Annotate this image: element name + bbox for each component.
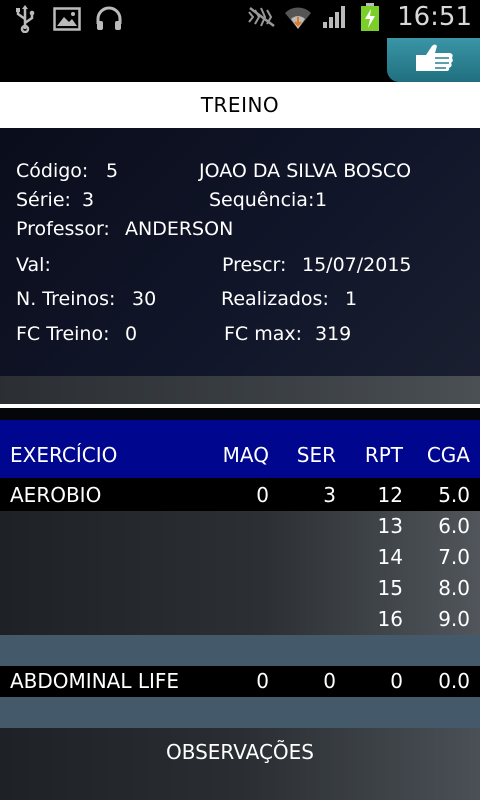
student-name: JOAO DA SILVA BOSCO [199, 160, 412, 182]
mute-icon [247, 2, 277, 32]
signal-icon [319, 2, 349, 32]
realizados-value: 1 [345, 288, 358, 310]
ntreinos-value: 30 [132, 288, 157, 310]
set-rpt: 16 [377, 607, 403, 631]
serie-label: Série: [16, 189, 71, 211]
codigo-value: 5 [106, 160, 119, 182]
page-title: TREINO [0, 82, 480, 128]
status-clock: 16:51 [397, 2, 472, 32]
set-row: 13 6.0 [0, 511, 480, 542]
set-rpt: 14 [377, 545, 403, 569]
table-row[interactable]: AEROBIO 0 3 12 5.0 [0, 480, 480, 511]
fcmax-label: FC max: [224, 323, 303, 345]
fctreino-label: FC Treino: [16, 323, 110, 345]
prescr-label: Prescr: [222, 254, 287, 276]
fctreino-value: 0 [125, 323, 138, 345]
exercise-ser: 0 [323, 669, 336, 693]
table-header: EXERCÍCIO MAQ SER RPT CGA [0, 420, 480, 478]
header-exercicio: EXERCÍCIO [10, 443, 118, 467]
divider-gap [0, 408, 480, 420]
set-row: 16 9.0 [0, 604, 480, 635]
header-rpt: RPT [364, 443, 403, 467]
headset-icon [94, 4, 124, 34]
header-ser: SER [296, 443, 336, 467]
row-separator [0, 635, 480, 666]
prescr-value: 15/07/2015 [302, 254, 412, 276]
wifi-icon [283, 2, 313, 32]
professor-label: Professor: [16, 218, 110, 240]
header-cga: CGA [426, 443, 470, 467]
thumbs-up-button[interactable] [387, 38, 480, 82]
usb-icon [10, 4, 40, 34]
exercise-name: AEROBIO [10, 483, 102, 507]
codigo-label: Código: [16, 160, 89, 182]
image-icon [52, 4, 82, 34]
set-cga: 8.0 [438, 576, 470, 600]
observacoes-area [0, 728, 480, 800]
header-maq: MAQ [222, 443, 269, 467]
status-bar: 16:51 [0, 0, 480, 38]
action-bar [0, 38, 480, 82]
set-rpt: 15 [377, 576, 403, 600]
exercise-ser: 3 [323, 483, 336, 507]
exercise-cga: 0.0 [438, 669, 470, 693]
observacoes-heading: OBSERVAÇÕES [165, 740, 315, 764]
exercise-cga: 5.0 [438, 483, 470, 507]
table-row[interactable]: ABDOMINAL LIFE 0 0 0 0.0 [0, 666, 480, 697]
set-cga: 6.0 [438, 514, 470, 538]
ntreinos-label: N. Treinos: [16, 288, 116, 310]
fcmax-value: 319 [315, 323, 352, 345]
sequencia-label: Sequência: [209, 189, 315, 211]
row-separator [0, 697, 480, 728]
exercise-maq: 0 [256, 483, 269, 507]
realizados-label: Realizados: [221, 288, 329, 310]
sequencia-value: 1 [315, 189, 328, 211]
professor-value: ANDERSON [125, 218, 234, 240]
set-row: 14 7.0 [0, 542, 480, 573]
set-cga: 7.0 [438, 545, 470, 569]
exercise-rpt: 12 [377, 483, 403, 507]
exercise-rpt: 0 [390, 669, 403, 693]
exercise-maq: 0 [256, 669, 269, 693]
val-label: Val: [16, 254, 51, 276]
serie-value: 3 [82, 189, 95, 211]
exercise-name: ABDOMINAL LIFE [10, 669, 180, 693]
thumbs-up-icon [412, 43, 456, 77]
set-cga: 9.0 [438, 607, 470, 631]
divider-band [0, 376, 480, 404]
battery-charging-icon [355, 2, 385, 32]
set-row: 15 8.0 [0, 573, 480, 604]
training-info-panel: Código: 5 JOAO DA SILVA BOSCO Série: 3 S… [0, 128, 480, 376]
set-rpt: 13 [377, 514, 403, 538]
